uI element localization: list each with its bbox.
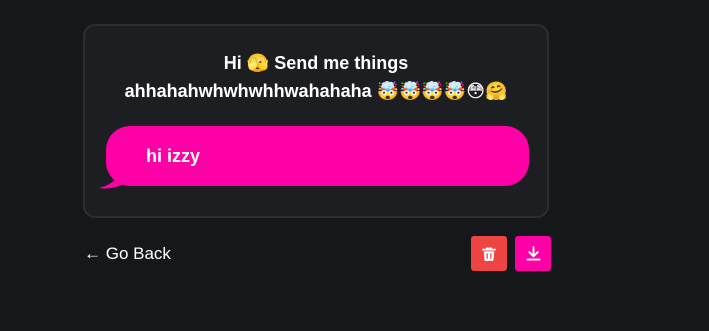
bubble-body: hi izzy <box>106 126 529 186</box>
message-bubble: hi izzy <box>97 126 531 190</box>
message-card: Hi 🫣 Send me things ahhahahwhwhwhhwahaha… <box>83 24 549 218</box>
download-icon <box>525 246 541 261</box>
card-title: Hi 🫣 Send me things ahhahahwhwhwhhwahaha… <box>85 49 547 105</box>
card-title-line-2: ahhahahwhwhwhhwahahaha 🤯🤯🤯🤯😳🤗 <box>124 81 508 101</box>
message-text: hi izzy <box>146 146 201 166</box>
go-back-link[interactable]: ← Go Back <box>84 243 171 265</box>
download-button[interactable] <box>515 236 551 271</box>
card-title-line-1: Hi 🫣 Send me things <box>223 53 409 73</box>
delete-button[interactable] <box>471 236 507 271</box>
trash-icon <box>482 246 496 261</box>
